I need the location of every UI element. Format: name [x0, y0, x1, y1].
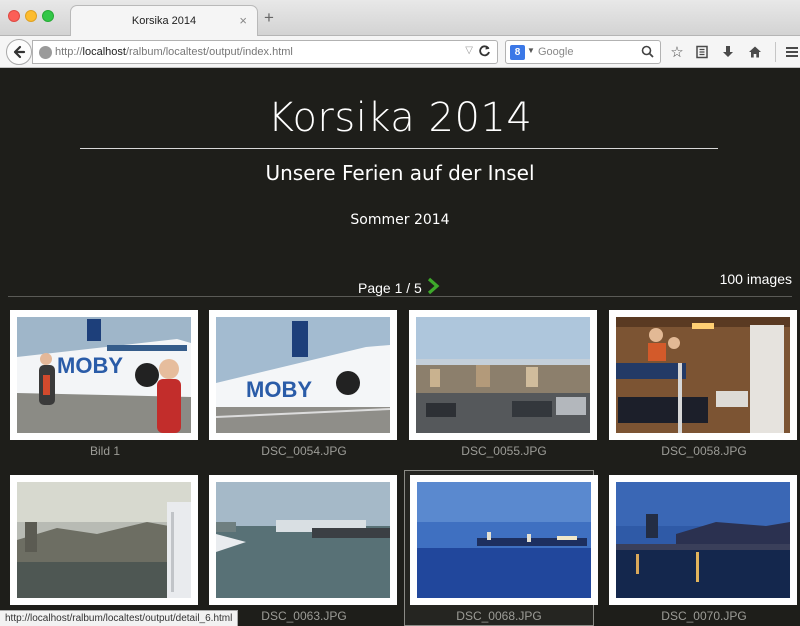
thumbnail-image[interactable] [216, 482, 390, 598]
gallery-divider [8, 296, 792, 297]
url-text: http://localhost/ralbum/localtest/output… [55, 46, 293, 58]
album-date: Sommer 2014 [350, 212, 450, 228]
thumbnail-frame[interactable] [10, 475, 198, 605]
thumbnail-item[interactable]: MOBY Bild 1 [10, 310, 200, 458]
album-subtitle: Unsere Ferien auf der Insel [265, 161, 535, 185]
url-prefix: http:// [55, 46, 83, 58]
thumbnail-frame[interactable] [609, 475, 797, 605]
url-host: localhost [82, 46, 126, 58]
address-bar[interactable]: http://localhost/ralbum/localtest/output… [32, 40, 498, 64]
thumbnail-image[interactable]: MOBY [216, 317, 390, 433]
globe-icon [39, 46, 52, 59]
thumbnail-image[interactable] [416, 317, 590, 433]
reading-list-icon[interactable] [693, 43, 711, 61]
next-page-icon[interactable] [426, 277, 440, 298]
back-arrow-icon [13, 45, 26, 59]
search-engine-dropdown-icon[interactable]: ▼ [527, 46, 535, 55]
url-path: /ralbum/localtest/output/index.html [125, 46, 293, 58]
thumbnail-caption: DSC_0055.JPG [461, 444, 547, 458]
thumbnail-image[interactable] [17, 482, 191, 598]
album-title: Korsika 2014 [267, 95, 533, 141]
browser-tab[interactable]: Korsika 2014 × [70, 5, 258, 37]
thumbnail-image[interactable]: MOBY [17, 317, 191, 433]
tab-close-icon[interactable]: × [239, 13, 247, 28]
browser-titlebar: Korsika 2014 × + [0, 0, 800, 37]
thumbnail-caption: DSC_0054.JPG [261, 444, 347, 458]
album-page: Korsika 2014 Unsere Ferien auf der Insel… [0, 69, 800, 626]
search-icon[interactable] [641, 45, 654, 63]
thumbnail-caption: DSC_0068.JPG [456, 609, 542, 623]
thumbnail-item[interactable]: DSC_0055.JPG [409, 310, 599, 458]
menu-icon[interactable] [783, 43, 800, 61]
pagination: Page 1 / 5 [358, 277, 440, 298]
thumbnail-frame[interactable]: MOBY [10, 310, 198, 440]
url-history-dropdown-icon[interactable]: ▽ [465, 45, 473, 56]
navigation-toolbar: http://localhost/ralbum/localtest/output… [0, 36, 800, 68]
search-bar[interactable]: 8 ▼ Google [505, 40, 661, 64]
bookmark-star-icon[interactable]: ☆ [668, 43, 686, 61]
thumbnail-item-hovered[interactable]: DSC_0068.JPG [404, 470, 598, 626]
reload-icon[interactable] [478, 44, 491, 60]
image-count: 100 images [719, 271, 792, 287]
thumbnail-image[interactable] [616, 482, 790, 598]
search-input[interactable]: Google [538, 46, 573, 58]
thumbnail-frame[interactable] [209, 475, 397, 605]
thumbnail-item[interactable]: MOBY DSC_0054.JPG [209, 310, 399, 458]
status-bar-link-preview: http://localhost/ralbum/localtest/output… [0, 610, 239, 626]
thumbnail-caption: DSC_0070.JPG [661, 609, 747, 623]
new-tab-button[interactable]: + [264, 9, 274, 26]
close-window-button[interactable] [8, 10, 20, 22]
thumbnail-frame[interactable] [410, 475, 598, 605]
thumbnail-item[interactable] [10, 475, 200, 609]
thumbnail-image[interactable] [616, 317, 790, 433]
thumbnail-image[interactable] [417, 482, 591, 598]
minimize-window-button[interactable] [25, 10, 37, 22]
title-divider [80, 148, 718, 149]
thumbnail-caption: Bild 1 [89, 444, 121, 458]
home-icon[interactable] [746, 43, 764, 61]
zoom-window-button[interactable] [42, 10, 54, 22]
svg-text:MOBY: MOBY [57, 353, 123, 378]
back-button[interactable] [6, 39, 32, 65]
thumbnail-frame[interactable]: MOBY [209, 310, 397, 440]
toolbar-separator [775, 42, 776, 62]
svg-text:MOBY: MOBY [246, 377, 312, 402]
thumbnail-item[interactable]: DSC_0063.JPG [209, 475, 399, 623]
download-icon[interactable] [719, 43, 737, 61]
thumbnail-frame[interactable] [409, 310, 597, 440]
thumbnail-item[interactable]: DSC_0070.JPG [609, 475, 799, 623]
thumbnail-frame[interactable] [609, 310, 797, 440]
page-indicator: Page 1 / 5 [358, 279, 422, 296]
thumbnail-item[interactable]: DSC_0058.JPG [609, 310, 799, 458]
google-search-engine-icon[interactable]: 8 [510, 45, 525, 60]
tab-title: Korsika 2014 [131, 15, 197, 27]
thumbnail-caption: DSC_0058.JPG [661, 444, 747, 458]
